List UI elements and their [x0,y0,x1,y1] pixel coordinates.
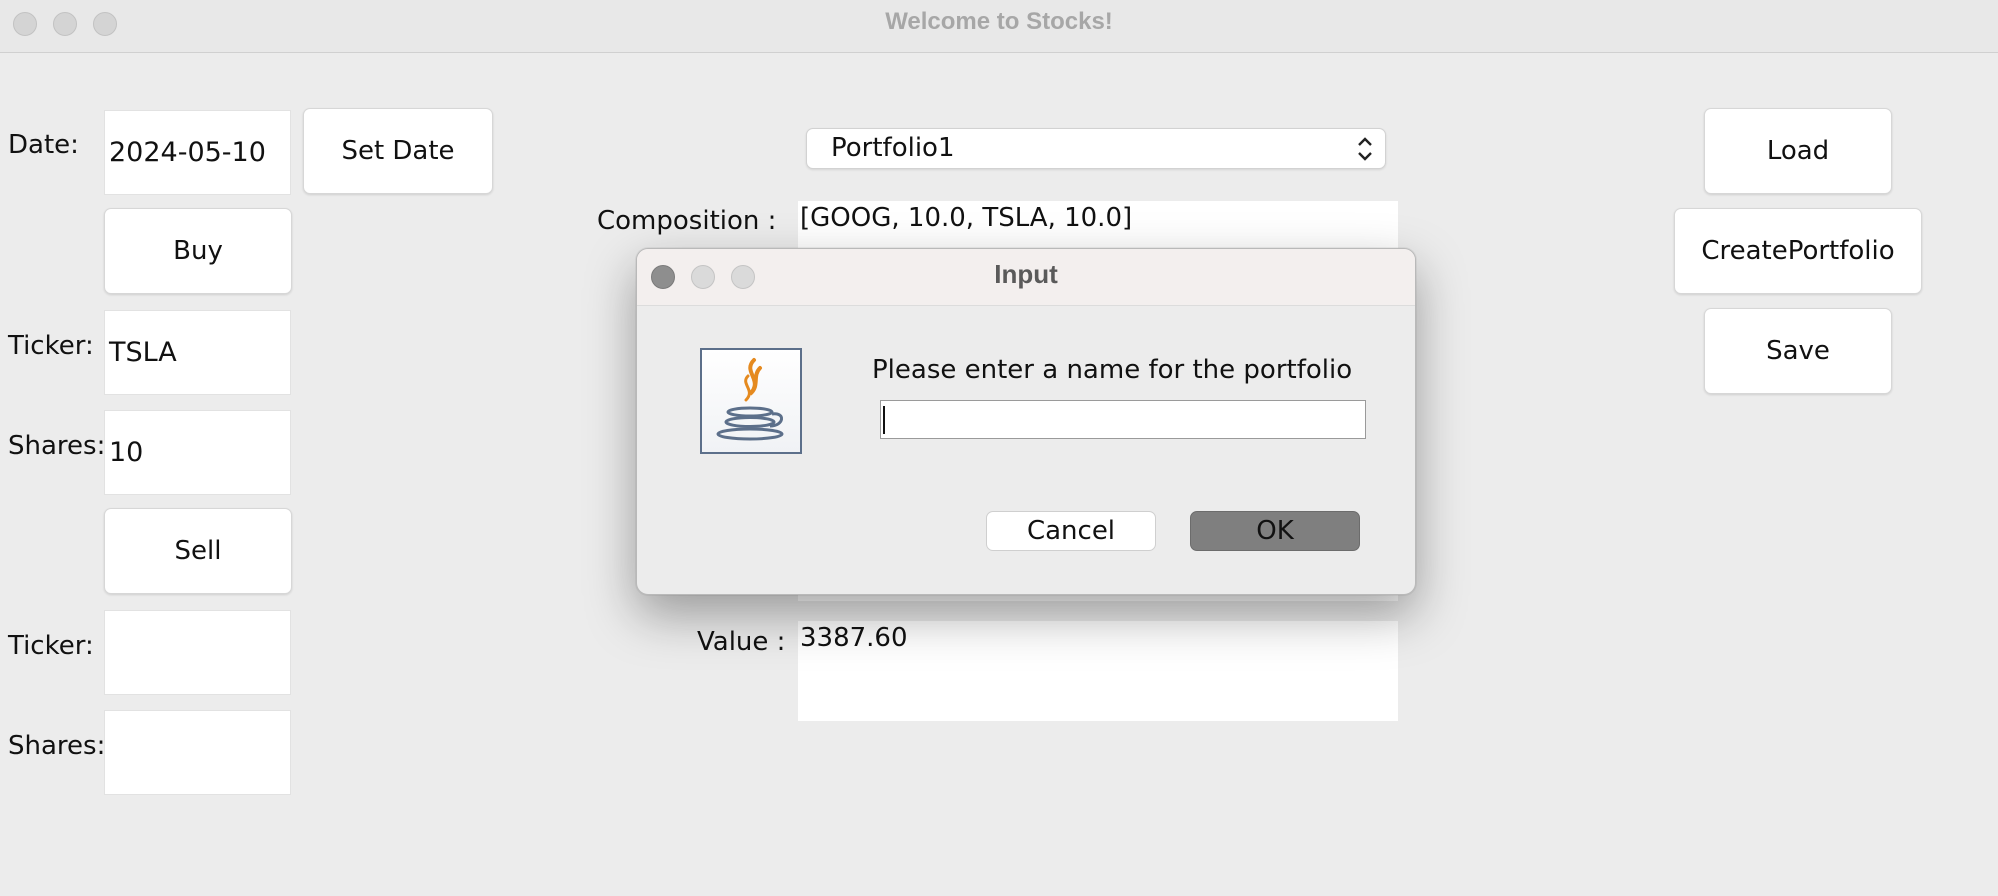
value-area[interactable]: 3387.60 [798,621,1398,721]
portfolio-select[interactable]: Portfolio1 [806,128,1386,169]
sell-ticker-field[interactable] [104,610,291,695]
ok-button[interactable]: OK [1190,511,1360,551]
sell-button[interactable]: Sell [104,508,292,594]
sell-ticker-label: Ticker: [8,631,94,661]
dialog-title-bar: Input [637,249,1415,306]
title-bar: Welcome to Stocks! [0,0,1998,53]
window-title: Welcome to Stocks! [885,8,1113,35]
date-field[interactable]: 2024-05-10 [104,110,291,195]
sell-shares-label: Shares: [8,731,106,761]
buy-ticker-field[interactable]: TSLA [104,310,291,395]
composition-label: Composition : [597,206,777,236]
create-portfolio-button[interactable]: CreatePortfolio [1674,208,1922,294]
set-date-button[interactable]: Set Date [303,108,493,194]
portfolio-select-value: Portfolio1 [831,133,955,163]
value-label: Value : [697,627,786,657]
java-icon [700,348,802,454]
main-window: Welcome to Stocks! Date: 2024-05-10 Set … [0,0,1998,896]
chevron-updown-icon [1358,137,1372,161]
sell-shares-field[interactable] [104,710,291,795]
load-button[interactable]: Load [1704,108,1892,194]
buy-button[interactable]: Buy [104,208,292,294]
cancel-button[interactable]: Cancel [986,511,1156,551]
date-label: Date: [8,130,79,160]
text-caret [883,406,885,434]
portfolio-name-input[interactable] [880,400,1366,439]
dialog-message: Please enter a name for the portfolio [872,355,1353,385]
buy-shares-field[interactable]: 10 [104,410,291,495]
buy-shares-label: Shares: [8,431,106,461]
input-dialog: Input Please enter a name for the portfo… [636,248,1416,595]
buy-ticker-label: Ticker: [8,331,94,361]
dialog-title: Input [994,259,1058,289]
save-button[interactable]: Save [1704,308,1892,394]
